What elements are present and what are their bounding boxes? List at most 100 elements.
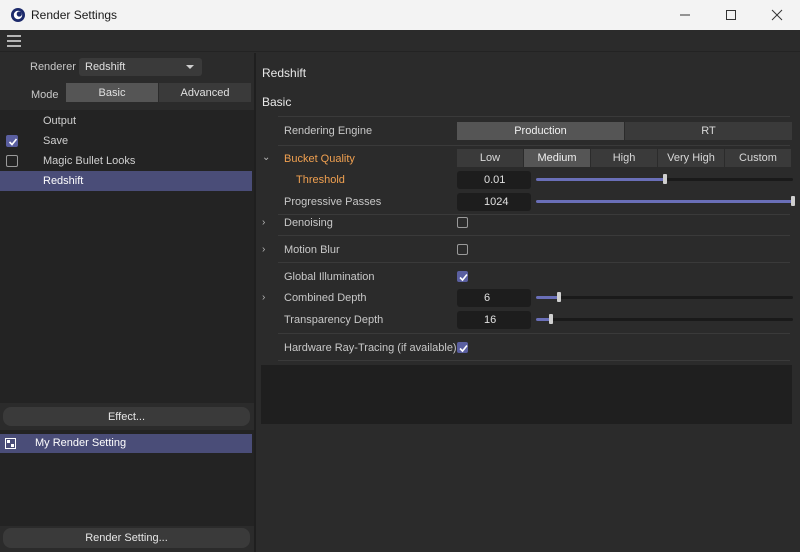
bucket-quality-label: Bucket Quality — [284, 153, 355, 165]
slider-handle[interactable] — [549, 314, 554, 324]
hardware-rt-label: Hardware Ray-Tracing (if available) — [284, 342, 457, 354]
save-checkbox[interactable] — [6, 135, 18, 147]
cinema4d-logo-icon — [11, 8, 25, 22]
transparency-depth-value: 16 — [484, 314, 497, 326]
minimize-button[interactable] — [662, 0, 708, 30]
bucket-option-label: Custom — [739, 152, 777, 164]
menu-bar — [0, 30, 800, 52]
mode-basic-label: Basic — [98, 87, 126, 99]
render-setting-list: My Render Setting — [0, 430, 254, 526]
tree-item-label: Save — [43, 135, 69, 147]
tree-item-magic-bullet-looks[interactable]: Magic Bullet Looks — [0, 151, 252, 171]
renderer-dropdown[interactable]: Redshift — [79, 58, 202, 76]
progressive-passes-label: Progressive Passes — [284, 196, 382, 208]
bucket-high-button[interactable]: High — [591, 149, 657, 167]
threshold-slider[interactable] — [536, 174, 793, 184]
effect-button-label: Effect... — [107, 411, 146, 423]
combined-depth-value: 6 — [484, 292, 491, 304]
mode-advanced-label: Advanced — [180, 87, 230, 99]
panel-header: Redshift — [262, 66, 307, 80]
maximize-button[interactable] — [708, 0, 754, 30]
bucket-low-button[interactable]: Low — [457, 149, 523, 167]
transparency-depth-slider[interactable] — [536, 314, 793, 324]
chevron-right-icon[interactable]: › — [262, 292, 265, 303]
window-title: Render Settings — [31, 8, 118, 22]
tree-item-label: Output — [43, 115, 77, 127]
progressive-passes-field[interactable]: 1024 — [457, 193, 531, 211]
left-panel: Renderer Redshift Mode Basic Advanced Ou… — [0, 53, 254, 552]
combined-depth-label: Combined Depth — [284, 292, 367, 304]
slider-handle[interactable] — [791, 196, 795, 206]
tree-item-output[interactable]: Output — [0, 111, 252, 131]
checkmark-icon — [459, 344, 468, 353]
global-illumination-checkbox[interactable] — [457, 271, 468, 282]
motion-blur-checkbox[interactable] — [457, 244, 468, 255]
render-setting-button-label: Render Setting... — [85, 532, 168, 544]
bucket-option-label: Medium — [537, 152, 577, 164]
hamburger-menu-icon[interactable] — [7, 35, 21, 47]
close-button[interactable] — [754, 0, 800, 30]
denoising-checkbox[interactable] — [457, 217, 468, 228]
divider — [278, 262, 790, 263]
bucket-option-label: Very High — [667, 152, 715, 164]
engine-production-button[interactable]: Production — [457, 122, 624, 140]
info-panel — [261, 365, 792, 424]
threshold-value: 0.01 — [484, 174, 506, 186]
divider — [278, 333, 790, 334]
chevron-right-icon[interactable]: › — [262, 244, 265, 255]
bucket-very-high-button[interactable]: Very High — [658, 149, 724, 167]
mode-label: Mode — [31, 89, 59, 101]
renderer-label: Renderer — [30, 61, 76, 73]
threshold-field[interactable]: 0.01 — [457, 171, 531, 189]
mode-advanced-button[interactable]: Advanced — [159, 83, 251, 102]
checkmark-icon — [459, 273, 468, 282]
engine-option-label: RT — [701, 125, 716, 137]
tree-item-label: Redshift — [43, 175, 84, 187]
slider-handle[interactable] — [662, 174, 667, 184]
engine-option-label: Production — [514, 125, 567, 137]
transparency-depth-field[interactable]: 16 — [457, 311, 531, 329]
bucket-option-label: High — [612, 152, 636, 164]
renderer-value: Redshift — [85, 61, 126, 73]
bucket-custom-button[interactable]: Custom — [725, 149, 791, 167]
minimize-icon — [680, 14, 690, 16]
tree-item-label: Magic Bullet Looks — [43, 155, 136, 167]
divider — [278, 360, 790, 361]
chevron-down-icon[interactable]: ⌄ — [262, 152, 270, 163]
chevron-down-icon — [186, 65, 194, 69]
bucket-medium-button[interactable]: Medium — [524, 149, 590, 167]
global-illumination-label: Global Illumination — [284, 271, 375, 283]
render-setting-item[interactable]: My Render Setting — [0, 434, 252, 453]
progressive-passes-value: 1024 — [484, 196, 509, 208]
engine-rt-button[interactable]: RT — [625, 122, 792, 140]
threshold-label: Threshold — [296, 174, 345, 186]
slider-fill — [536, 200, 793, 203]
checkmark-icon — [8, 138, 18, 146]
rendering-engine-label: Rendering Engine — [284, 125, 373, 137]
chevron-right-icon[interactable]: › — [262, 217, 265, 228]
magic-bullet-checkbox[interactable] — [6, 155, 18, 167]
right-panel: Redshift Basic Rendering Engine Producti… — [256, 53, 800, 552]
render-settings-tree: Output Save Magic Bullet Looks Redshift — [0, 110, 254, 403]
motion-blur-label: Motion Blur — [284, 244, 340, 256]
slider-fill — [536, 296, 560, 299]
effect-button[interactable]: Effect... — [3, 407, 250, 426]
close-icon — [771, 9, 783, 21]
tree-item-save[interactable]: Save — [0, 131, 252, 151]
section-title: Basic — [262, 95, 292, 109]
divider — [278, 145, 790, 146]
bucket-option-label: Low — [479, 152, 501, 164]
combined-depth-field[interactable]: 6 — [457, 289, 531, 307]
transparency-depth-label: Transparency Depth — [284, 314, 384, 326]
slider-handle[interactable] — [557, 292, 562, 302]
slider-fill — [536, 178, 665, 181]
maximize-icon — [726, 10, 736, 20]
mode-basic-button[interactable]: Basic — [66, 83, 158, 102]
combined-depth-slider[interactable] — [536, 292, 793, 302]
progressive-passes-slider[interactable] — [536, 196, 795, 206]
hardware-rt-checkbox[interactable] — [457, 342, 468, 353]
render-setting-button[interactable]: Render Setting... — [3, 528, 250, 548]
render-setting-icon — [5, 438, 16, 449]
render-setting-label: My Render Setting — [35, 437, 127, 449]
tree-item-redshift[interactable]: Redshift — [0, 171, 252, 191]
